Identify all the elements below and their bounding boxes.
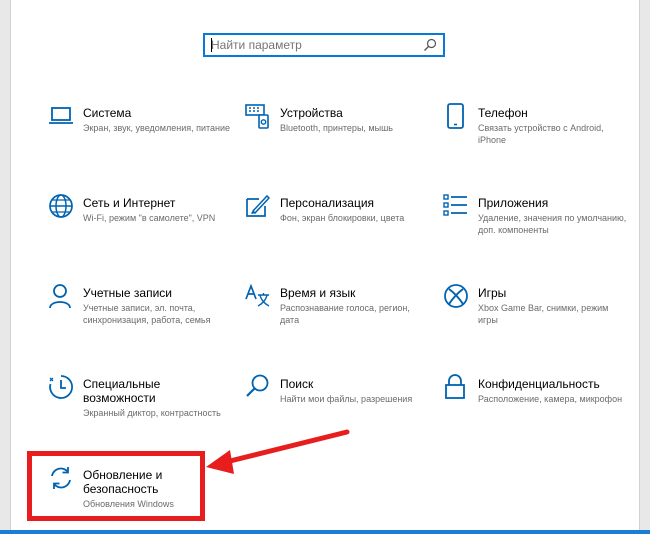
tile-desc: Wi-Fi, режим "в самолете", VPN bbox=[83, 213, 216, 223]
tile-title: Конфиденциальность bbox=[478, 377, 600, 391]
search-icon[interactable] bbox=[423, 38, 437, 52]
tile-title: Персонализация bbox=[280, 196, 375, 210]
tile-gaming[interactable]: Игры Xbox Game Bar, снимки, режим игры bbox=[443, 283, 633, 353]
search-icon bbox=[246, 374, 269, 397]
tile-devices[interactable]: Устройства Bluetooth, принтеры, мышь bbox=[245, 103, 435, 173]
tile-desc: Учетные записи, эл. почта, синхронизация… bbox=[83, 303, 211, 325]
time-language-icon bbox=[245, 283, 270, 307]
tile-title: Игры bbox=[478, 286, 507, 300]
apps-icon bbox=[443, 194, 467, 216]
search-settings-input[interactable]: Найти параметр bbox=[203, 33, 445, 57]
tile-title: Время и язык bbox=[280, 286, 356, 300]
window-frame-right bbox=[639, 0, 650, 534]
tile-title: Сеть и Интернет bbox=[83, 196, 176, 210]
tile-desc: Экран, звук, уведомления, питание bbox=[83, 123, 231, 133]
paint-icon bbox=[246, 194, 271, 217]
accessibility-icon bbox=[49, 375, 73, 399]
tile-desc: Распознавание голоса, регион, дата bbox=[280, 303, 410, 325]
tile-title: Приложения bbox=[478, 196, 549, 210]
tile-desc: Xbox Game Bar, снимки, режим игры bbox=[478, 303, 609, 325]
tile-title: Устройства bbox=[280, 106, 343, 120]
tile-desc: Bluetooth, принтеры, мышь bbox=[280, 123, 393, 133]
tile-title: Учетные записи bbox=[83, 286, 172, 300]
window-frame-left bbox=[0, 0, 11, 534]
tile-desc: Найти мои файлы, разрешения bbox=[280, 394, 413, 404]
tile-privacy[interactable]: Конфиденциальность Расположение, камера,… bbox=[443, 374, 633, 444]
tile-title: Поиск bbox=[280, 377, 314, 391]
tile-desc: Расположение, камера, микрофон bbox=[478, 394, 623, 404]
xbox-icon bbox=[444, 284, 468, 308]
person-icon bbox=[49, 284, 71, 309]
tile-time-language[interactable]: Время и язык Распознавание голоса, регио… bbox=[245, 283, 435, 353]
tile-apps[interactable]: Приложения Удаление, значения по умолчан… bbox=[443, 193, 633, 263]
text-caret bbox=[211, 38, 212, 52]
tile-accounts[interactable]: Учетные записи Учетные записи, эл. почта… bbox=[48, 283, 238, 353]
tile-personalization[interactable]: Персонализация Фон, экран блокировки, цв… bbox=[245, 193, 435, 263]
tile-desc: Связать устройство с Android, iPhone bbox=[478, 123, 604, 145]
tile-phone[interactable]: Телефон Связать устройство с Android, iP… bbox=[443, 103, 633, 173]
tile-system[interactable]: Система Экран, звук, уведомления, питани… bbox=[48, 103, 238, 173]
tile-desc: Экранный диктор, контрастность bbox=[83, 408, 221, 418]
search-placeholder: Найти параметр bbox=[211, 38, 302, 52]
tile-title: Телефон bbox=[478, 106, 528, 120]
highlight-box bbox=[27, 451, 205, 521]
tile-title: Система bbox=[83, 106, 132, 120]
phone-icon bbox=[447, 103, 464, 129]
laptop-icon bbox=[49, 107, 73, 124]
tile-search[interactable]: Поиск Найти мои файлы, разрешения bbox=[245, 374, 435, 444]
tile-network[interactable]: Сеть и Интернет Wi-Fi, режим "в самолете… bbox=[48, 193, 238, 263]
globe-icon bbox=[49, 194, 73, 218]
tile-accessibility[interactable]: Специальные возможности Экранный диктор,… bbox=[48, 374, 238, 444]
tile-desc: Удаление, значения по умолчанию, доп. ко… bbox=[478, 213, 627, 235]
tile-title: Специальные возможности bbox=[83, 377, 161, 405]
lock-icon bbox=[445, 374, 465, 399]
devices-icon bbox=[245, 104, 269, 129]
tile-desc: Фон, экран блокировки, цвета bbox=[280, 213, 405, 223]
